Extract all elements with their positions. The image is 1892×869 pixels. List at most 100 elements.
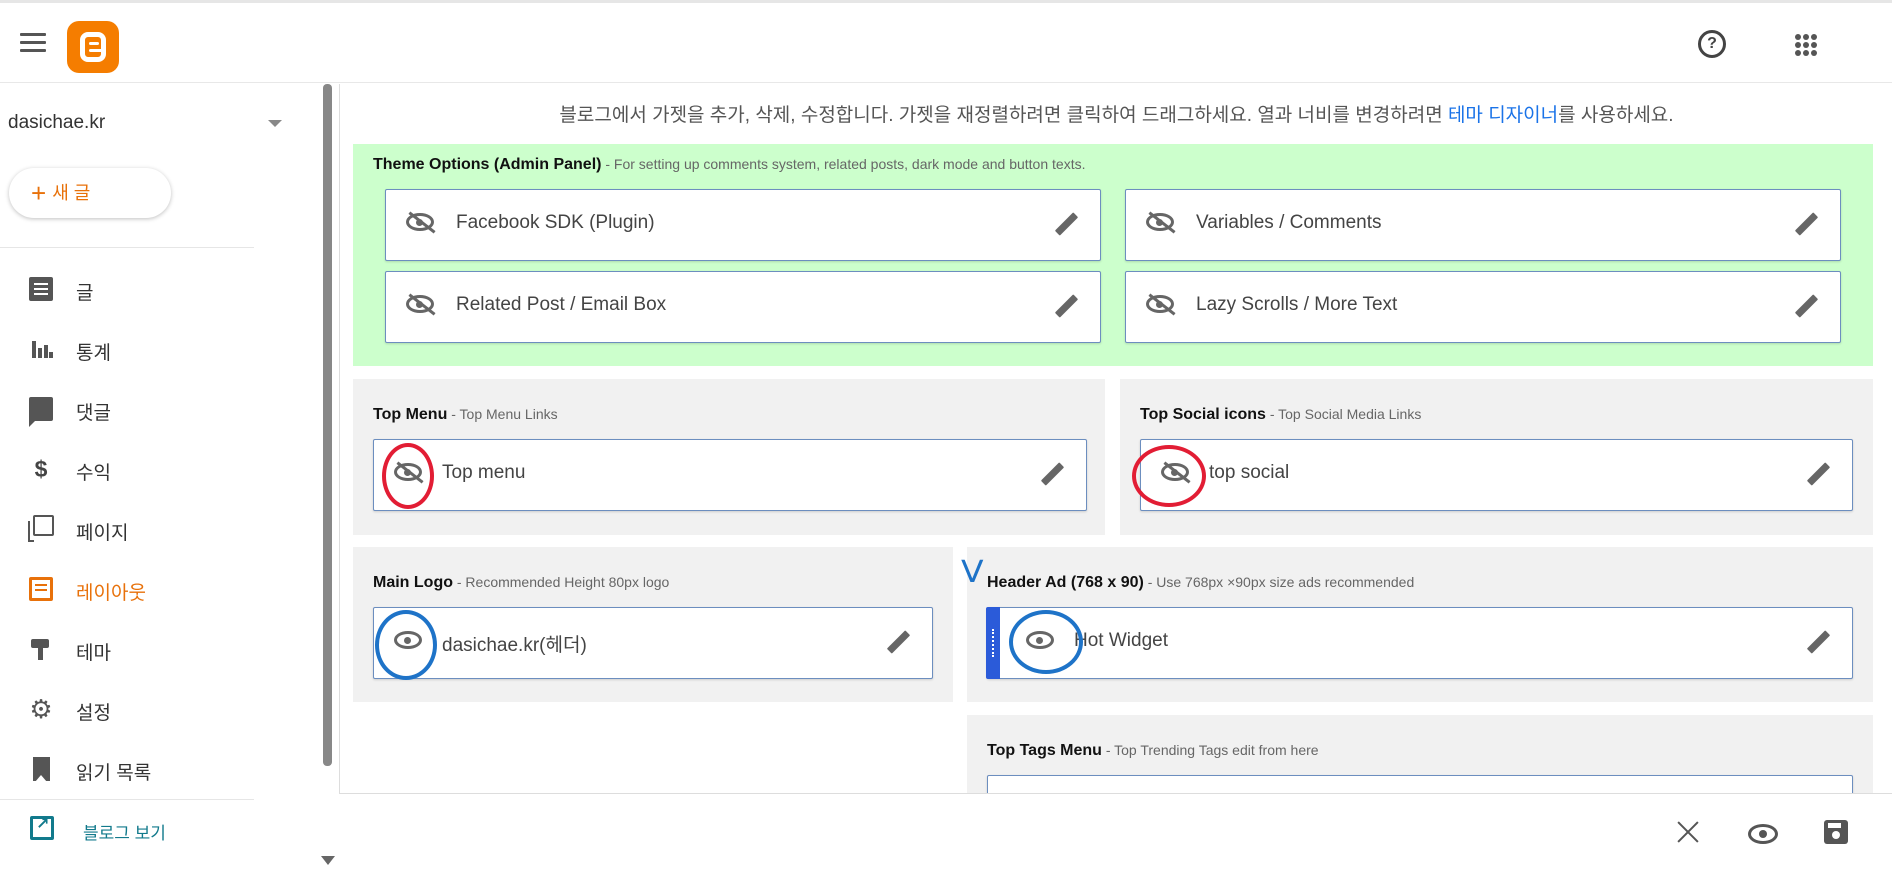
section-theme-options: Theme Options (Admin Panel) - For settin… bbox=[353, 144, 1873, 366]
sidebar-item-earnings[interactable]: $ 수익 bbox=[0, 449, 254, 489]
edit-icon[interactable] bbox=[886, 630, 910, 654]
sidebar-scrollbar[interactable] bbox=[323, 84, 332, 766]
edit-icon[interactable] bbox=[1794, 212, 1818, 236]
section-title: Header Ad (768 x 90) - Use 768px ×90px s… bbox=[987, 574, 1415, 591]
section-main-logo: Main Logo - Recommended Height 80px logo… bbox=[353, 547, 953, 702]
sidebar-item-stats[interactable]: 통계 bbox=[0, 329, 254, 369]
divider bbox=[0, 799, 254, 800]
layout-info-text: 블로그에서 가젯을 추가, 삭제, 수정합니다. 가젯을 재정렬하려면 클릭하여… bbox=[340, 100, 1892, 127]
edit-icon[interactable] bbox=[1806, 462, 1830, 486]
help-icon[interactable]: ? bbox=[1698, 30, 1726, 58]
sidebar-item-label: 테마 bbox=[76, 643, 111, 664]
layout-action-bar bbox=[339, 793, 1892, 869]
preview-eye-icon[interactable] bbox=[1748, 824, 1778, 844]
scroll-down-arrow-icon[interactable] bbox=[321, 856, 335, 865]
info-text-prefix: 블로그에서 가젯을 추가, 삭제, 수정합니다. 가젯을 재정렬하려면 클릭하여… bbox=[559, 105, 1448, 126]
layout-editor: 블로그에서 가젯을 추가, 삭제, 수정합니다. 가젯을 재정렬하려면 클릭하여… bbox=[339, 84, 1892, 793]
section-top-menu: Top Menu - Top Menu Links Top menu bbox=[353, 379, 1105, 535]
visibility-off-icon[interactable] bbox=[1146, 213, 1174, 231]
section-title: Theme Options (Admin Panel) - For settin… bbox=[373, 156, 1086, 173]
sidebar-item-label: 읽기 목록 bbox=[76, 763, 152, 784]
sidebar-item-label: 설정 bbox=[76, 703, 111, 724]
widget-label: top social bbox=[1209, 462, 1290, 483]
widget-label: Facebook SDK (Plugin) bbox=[456, 212, 655, 233]
posts-icon bbox=[29, 277, 53, 301]
edit-icon[interactable] bbox=[1794, 294, 1818, 318]
visibility-off-icon[interactable] bbox=[406, 213, 434, 231]
widget-main-logo[interactable]: dasichae.kr(헤더) bbox=[373, 607, 933, 679]
divider bbox=[0, 247, 254, 248]
section-title: Top Menu - Top Menu Links bbox=[373, 406, 558, 423]
widget-label: Hot Widget bbox=[1074, 630, 1168, 651]
sidebar-item-layout[interactable]: 레이아웃 bbox=[0, 569, 254, 609]
widget-facebook-sdk[interactable]: Facebook SDK (Plugin) bbox=[385, 189, 1101, 261]
app-bar: ? bbox=[0, 3, 1892, 83]
view-blog-link[interactable]: 블로그 보기 bbox=[0, 809, 254, 849]
edit-icon[interactable] bbox=[1054, 212, 1078, 236]
section-top-social: Top Social icons - Top Social Media Link… bbox=[1120, 379, 1873, 535]
widget-label: Related Post / Email Box bbox=[456, 294, 667, 315]
chevron-down-icon[interactable] bbox=[268, 120, 282, 127]
sidebar-item-settings[interactable]: ⚙ 설정 bbox=[0, 689, 254, 729]
earnings-icon: $ bbox=[34, 456, 48, 482]
apps-grid-icon[interactable] bbox=[1795, 34, 1817, 56]
visibility-off-icon[interactable] bbox=[1146, 295, 1174, 313]
section-header-ad: Header Ad (768 x 90) - Use 768px ×90px s… bbox=[967, 547, 1873, 702]
section-title: Top Tags Menu - Top Trending Tags edit f… bbox=[987, 742, 1319, 759]
widget-label: Variables / Comments bbox=[1196, 212, 1382, 233]
annotation-circle-blue bbox=[375, 610, 437, 680]
view-blog-label: 블로그 보기 bbox=[83, 824, 166, 843]
annotation-circle-blue bbox=[1009, 610, 1083, 674]
drag-handle[interactable] bbox=[986, 607, 1000, 679]
section-title: Main Logo - Recommended Height 80px logo bbox=[373, 574, 670, 591]
new-post-button[interactable]: + 새 글 bbox=[9, 168, 171, 218]
sidebar-item-label: 댓글 bbox=[76, 403, 111, 424]
sidebar-item-theme[interactable]: 테마 bbox=[0, 629, 254, 669]
edit-icon[interactable] bbox=[1054, 294, 1078, 318]
sidebar-item-reading-list[interactable]: 읽기 목록 bbox=[0, 749, 254, 789]
sidebar-item-posts[interactable]: 글 bbox=[0, 269, 254, 309]
info-text-suffix: 를 사용하세요. bbox=[1558, 105, 1674, 126]
theme-designer-link[interactable]: 테마 디자이너 bbox=[1448, 105, 1558, 126]
widget-header-ad[interactable]: Hot Widget bbox=[986, 607, 1853, 679]
annotation-circle-red bbox=[1132, 445, 1206, 507]
theme-icon bbox=[29, 637, 53, 661]
widget-label: Lazy Scrolls / More Text bbox=[1196, 294, 1398, 315]
sidebar-item-label: 통계 bbox=[76, 343, 111, 364]
sidebar-item-comments[interactable]: 댓글 bbox=[0, 389, 254, 429]
close-icon[interactable] bbox=[1676, 820, 1700, 844]
save-icon[interactable] bbox=[1824, 820, 1848, 844]
new-post-label: 새 글 bbox=[52, 183, 91, 203]
widget-top-tags[interactable] bbox=[987, 775, 1853, 793]
menu-icon[interactable] bbox=[20, 33, 46, 53]
sidebar-item-label: 페이지 bbox=[76, 523, 129, 544]
blogger-logo-icon[interactable] bbox=[67, 21, 119, 73]
edit-icon[interactable] bbox=[1040, 462, 1064, 486]
sidebar: dasichae.kr + 새 글 글 통계 댓글 $ 수익 페이지 레이아웃 테… bbox=[0, 84, 335, 869]
widget-top-menu[interactable]: Top menu bbox=[373, 439, 1087, 511]
sidebar-item-label: 글 bbox=[76, 283, 94, 304]
edit-icon[interactable] bbox=[1806, 630, 1830, 654]
section-title: Top Social icons - Top Social Media Link… bbox=[1140, 406, 1422, 423]
widget-variables-comments[interactable]: Variables / Comments bbox=[1125, 189, 1841, 261]
settings-icon: ⚙ bbox=[29, 694, 53, 724]
widget-label: dasichae.kr(헤더) bbox=[442, 635, 587, 656]
visibility-off-icon[interactable] bbox=[406, 295, 434, 313]
sidebar-item-label: 레이아웃 bbox=[76, 583, 146, 604]
stats-icon bbox=[29, 337, 53, 361]
pages-icon bbox=[28, 515, 54, 542]
sidebar-item-label: 수익 bbox=[76, 463, 111, 484]
annotation-checkmark: V bbox=[960, 555, 984, 590]
widget-lazy-scrolls[interactable]: Lazy Scrolls / More Text bbox=[1125, 271, 1841, 343]
widget-related-post[interactable]: Related Post / Email Box bbox=[385, 271, 1101, 343]
widget-top-social[interactable]: top social bbox=[1140, 439, 1853, 511]
layout-icon bbox=[29, 577, 53, 601]
reading-list-icon bbox=[33, 757, 50, 782]
annotation-circle-red bbox=[382, 443, 434, 509]
sidebar-item-pages[interactable]: 페이지 bbox=[0, 509, 254, 549]
section-top-tags: Top Tags Menu - Top Trending Tags edit f… bbox=[967, 715, 1873, 793]
widget-label: Top menu bbox=[442, 462, 526, 483]
blog-selector[interactable]: dasichae.kr bbox=[8, 112, 105, 134]
open-in-new-icon bbox=[30, 814, 54, 840]
comments-icon bbox=[29, 397, 53, 427]
